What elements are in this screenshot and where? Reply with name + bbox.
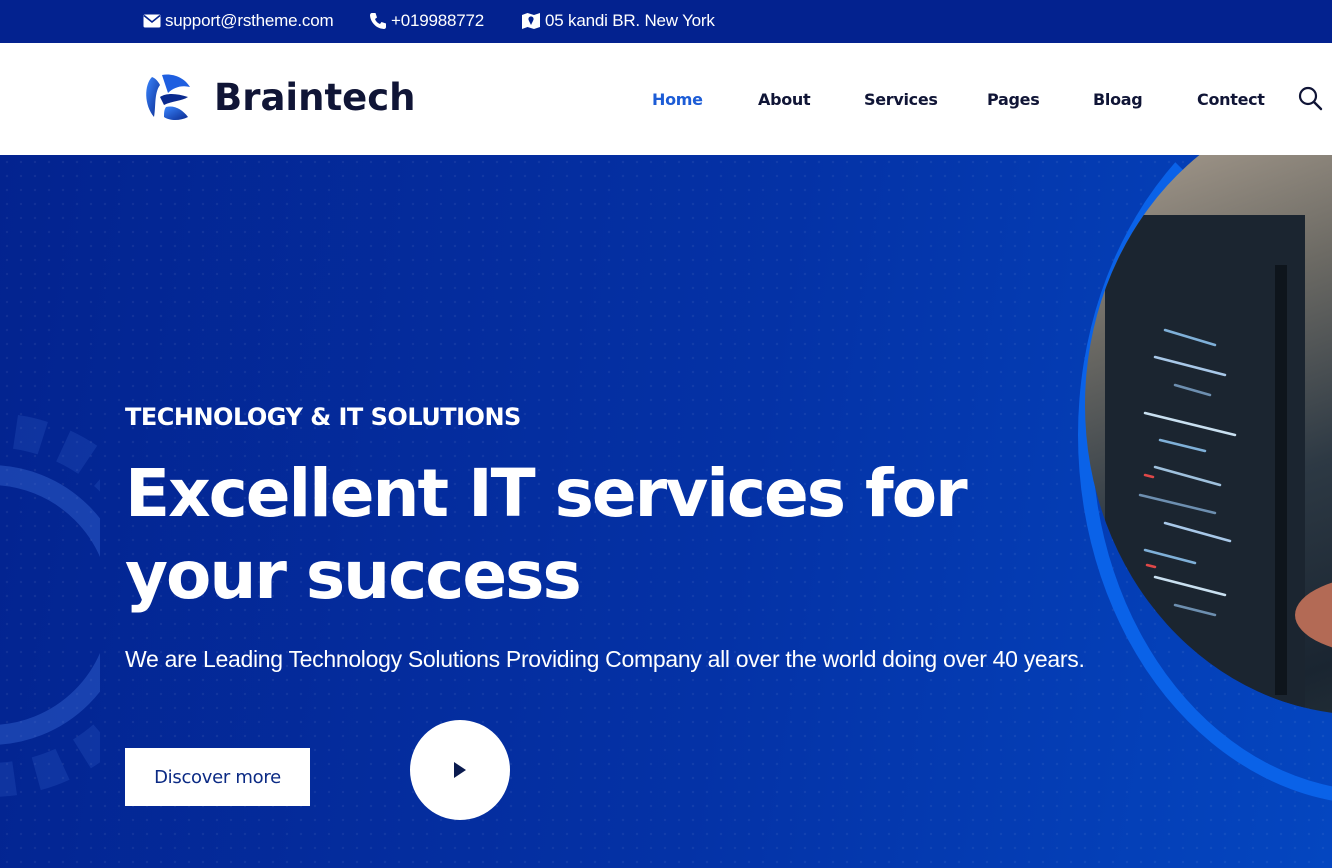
hero-description: We are Leading Technology Solutions Prov… — [125, 646, 1085, 672]
topbar-email[interactable]: support@rstheme.com — [143, 11, 334, 31]
topbar-address-text: 05 kandi BR. New York — [545, 11, 715, 30]
gear-decoration-icon — [0, 413, 100, 797]
hero-section: TECHNOLOGY & IT SOLUTIONS Excellent IT s… — [0, 155, 1332, 868]
nav-services[interactable]: Services — [864, 90, 938, 109]
site-header: Braintech Home About Services Pages Bloa… — [0, 43, 1332, 155]
top-contact-bar: support@rstheme.com +019988772 05 kandi … — [0, 0, 1332, 43]
discover-more-button[interactable]: Discover more — [125, 748, 310, 806]
map-icon — [522, 13, 540, 29]
nav-blog[interactable]: Bloag — [1093, 90, 1143, 109]
phone-icon — [370, 13, 386, 29]
nav-pages[interactable]: Pages — [987, 90, 1040, 109]
hero-subtitle: TECHNOLOGY & IT SOLUTIONS — [125, 403, 521, 431]
play-video-button[interactable] — [410, 720, 510, 820]
play-icon — [454, 762, 466, 778]
topbar-phone[interactable]: +019988772 — [369, 11, 484, 31]
topbar-address[interactable]: 05 kandi BR. New York — [521, 11, 715, 31]
nav-contact[interactable]: Contect — [1197, 90, 1265, 109]
topbar-email-text: support@rstheme.com — [165, 11, 334, 30]
envelope-icon — [143, 14, 161, 28]
topbar-phone-text: +019988772 — [391, 11, 485, 30]
search-button[interactable] — [1298, 86, 1323, 116]
search-icon — [1298, 86, 1323, 111]
nav-about[interactable]: About — [758, 90, 811, 109]
main-nav: Home About Services Pages Bloag Contect — [0, 90, 1332, 114]
hero-title: Excellent IT services for your success — [125, 455, 968, 614]
nav-home[interactable]: Home — [652, 90, 703, 109]
